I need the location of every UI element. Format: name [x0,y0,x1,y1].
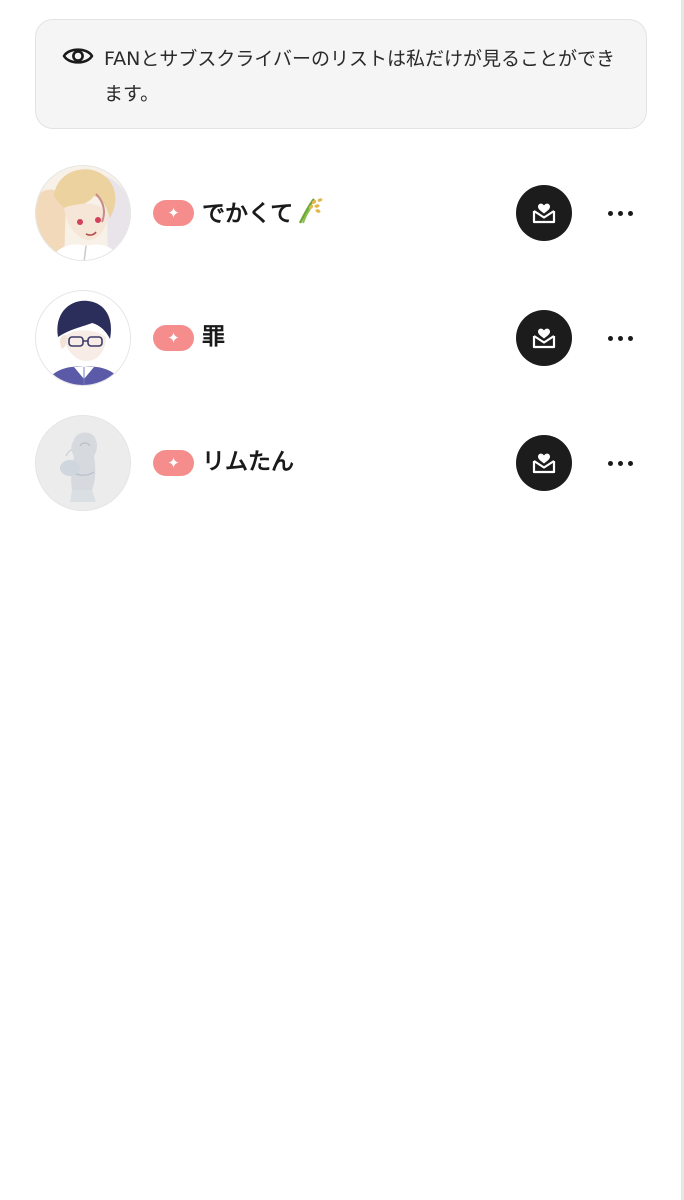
send-letter-button[interactable] [516,310,572,366]
more-horizontal-icon [628,336,633,341]
avatar[interactable] [35,290,131,386]
more-horizontal-icon [608,336,613,341]
privacy-notice: FANとサブスクライバーのリストは私だけが見ることができます。 [35,19,647,129]
more-horizontal-icon [628,461,633,466]
more-horizontal-icon [618,211,623,216]
more-horizontal-icon [608,461,613,466]
privacy-notice-text: FANとサブスクライバーのリストは私だけが見ることができます。 [104,48,616,105]
more-horizontal-icon [608,211,613,216]
list-item[interactable]: ✦ リムたん [0,413,684,538]
member-list: ✦ でかくて ✦ 罪 ✦ リムたん [0,163,684,538]
more-horizontal-icon [618,336,623,341]
heart-envelope-icon [532,328,556,349]
member-name-row[interactable]: でかくて [202,195,324,231]
more-horizontal-icon [618,461,623,466]
rice-plant-icon [299,198,323,224]
more-horizontal-icon [628,211,633,216]
subscriber-badge: ✦ [153,200,194,226]
more-options-button[interactable] [602,199,638,227]
member-name: でかくて [202,201,294,227]
list-item[interactable]: ✦ でかくて [0,163,684,288]
more-options-button[interactable] [602,449,638,477]
send-letter-button[interactable] [516,435,572,491]
heart-envelope-icon [532,203,556,224]
send-letter-button[interactable] [516,185,572,241]
list-item[interactable]: ✦ 罪 [0,288,684,413]
more-options-button[interactable] [602,324,638,352]
member-name[interactable]: リムたん [202,445,294,479]
heart-envelope-icon [532,453,556,474]
avatar[interactable] [35,415,131,511]
sparkle-icon: ✦ [167,204,180,222]
sparkle-icon: ✦ [167,329,180,347]
eye-icon [62,48,94,64]
subscriber-badge: ✦ [153,325,194,351]
subscriber-badge: ✦ [153,450,194,476]
sparkle-icon: ✦ [167,454,180,472]
avatar[interactable] [35,165,131,261]
member-name[interactable]: 罪 [202,320,225,354]
